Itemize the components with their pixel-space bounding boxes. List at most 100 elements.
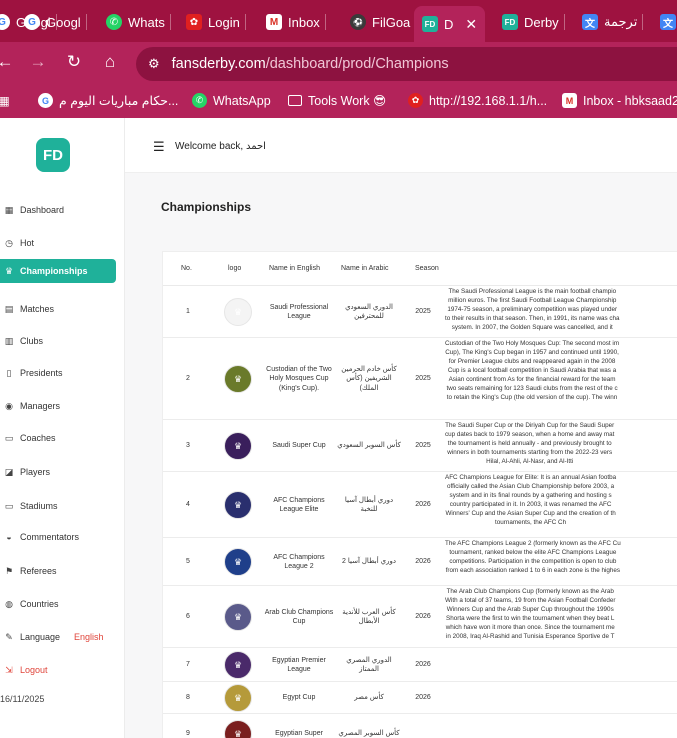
tab-fansderby-active[interactable]: FD D ✕ bbox=[414, 6, 486, 42]
sidebar-item-presidents[interactable]: ▯ Presidents bbox=[0, 361, 116, 385]
home-icon[interactable]: ⌂ bbox=[99, 52, 121, 72]
name-english: Egyptian Super bbox=[275, 730, 323, 738]
championship-logo-icon: ♛ bbox=[224, 603, 252, 631]
welcome-text: Welcome back, احمد bbox=[175, 141, 266, 152]
column-header-logo: logo bbox=[228, 265, 242, 272]
back-arrow-icon[interactable]: ← bbox=[0, 52, 16, 72]
sidebar-item-label: Hot bbox=[20, 238, 35, 248]
sidebar-item-label: Matches bbox=[20, 304, 55, 314]
championship-logo-icon: ♛ bbox=[224, 651, 252, 679]
row-number: 3 bbox=[186, 442, 190, 450]
championship-logo-cell: ♛ bbox=[218, 420, 258, 472]
season: 2026 bbox=[415, 613, 431, 621]
google-icon: G bbox=[0, 14, 10, 30]
tab-google[interactable]: GGoogl bbox=[24, 6, 87, 38]
sidebar-item-commentators[interactable]: ◒ Commentators bbox=[0, 525, 116, 549]
championship-logo-cell: ♛ bbox=[218, 538, 258, 586]
sidebar-item-label: Presidents bbox=[20, 368, 63, 378]
tab-login[interactable]: ✿ Login bbox=[186, 6, 246, 38]
forward-arrow-icon[interactable]: → bbox=[27, 52, 49, 72]
sidebar-item-referees[interactable]: ⚑ Referees bbox=[0, 559, 116, 583]
sidebar-item-dashboard[interactable]: ▦ Dashboard bbox=[0, 198, 116, 222]
bookmark-router[interactable]: ✿ http://192.168.1.1/h... bbox=[408, 93, 547, 108]
sidebar-item-countries[interactable]: ◍ Countries bbox=[0, 592, 116, 616]
tab-translate-2[interactable]: 文 bbox=[660, 6, 676, 38]
gmail-icon: M bbox=[266, 14, 282, 30]
bookmark-inbox[interactable]: M Inbox - hbksaad20 bbox=[562, 93, 677, 108]
table-row[interactable]: 2 ♛ Custodian of the Two Holy Mosques Cup … bbox=[163, 338, 677, 420]
translate-icon: 文 bbox=[582, 14, 598, 30]
sidebar-item-clubs[interactable]: ▥ Clubs bbox=[0, 329, 116, 353]
name-english: AFC Champions League Elite bbox=[273, 496, 325, 513]
address-bar[interactable]: ⚙ fansderby.com/dashboard/prod/Champions bbox=[136, 47, 677, 81]
season: 2026 bbox=[415, 694, 431, 702]
season: 2026 bbox=[415, 501, 431, 509]
row-number: 9 bbox=[186, 730, 190, 738]
sidebar-item-hot[interactable]: ◷ Hot bbox=[0, 231, 116, 255]
fansderby-logo[interactable]: FD bbox=[36, 138, 70, 172]
bookmark-google[interactable]: G حكام مباريات اليوم م... bbox=[38, 93, 178, 108]
season: 2025 bbox=[415, 442, 431, 450]
tab-translate[interactable]: 文 ترجمة bbox=[582, 6, 644, 38]
person-icon: ▯ bbox=[6, 368, 12, 378]
calendar-icon: ▤ bbox=[4, 304, 14, 314]
sidebar-item-coaches[interactable]: ▭ Coaches bbox=[0, 426, 116, 450]
huawei-icon: ✿ bbox=[408, 93, 423, 108]
whatsapp-icon: ✆ bbox=[106, 14, 122, 30]
championship-logo-cell: ♛ bbox=[218, 286, 258, 338]
sidebar-item-language[interactable]: ✎ Language English bbox=[0, 625, 116, 649]
reload-icon[interactable]: ↻ bbox=[63, 52, 85, 72]
name-arabic: الدوري السعودي للمحترفين bbox=[345, 303, 393, 320]
column-header-name-arabic: Name in Arabic bbox=[341, 265, 389, 272]
description: The Saudi Super Cup or the Diriyah Cup f… bbox=[445, 422, 615, 465]
sidebar-item-championships[interactable]: ♛ Championships bbox=[0, 259, 116, 283]
browser-tab-strip: GGoogl GGoogl ✆Whats ✿Login MInbox ⚽FilG… bbox=[0, 0, 677, 42]
table-row[interactable]: 8 ♛ Egypt Cup كأس مصر 2026 bbox=[163, 682, 677, 714]
shirt-icon: ◪ bbox=[4, 467, 14, 477]
tab-filgoal[interactable]: ⚽ FilGoa bbox=[350, 6, 410, 38]
table-row[interactable]: 7 ♛ Egyptian Premier League الدوري المصري ا… bbox=[163, 648, 677, 682]
table-row[interactable]: 4 ♛ AFC Champions League Elite دوري أبطال آ… bbox=[163, 472, 677, 538]
name-arabic: كأس السوبر السعودي bbox=[337, 442, 401, 450]
championship-logo-icon: ♛ bbox=[224, 720, 252, 738]
sidebar-item-matches[interactable]: ▤ Matches bbox=[0, 297, 116, 321]
gmail-icon: M bbox=[562, 93, 577, 108]
language-value[interactable]: English bbox=[74, 632, 104, 642]
bookmark-tools-work[interactable]: Tools Work 😎 bbox=[288, 93, 386, 108]
folder-icon bbox=[288, 95, 302, 106]
sidebar-item-label: Logout bbox=[20, 665, 48, 675]
google-icon: G bbox=[24, 14, 40, 30]
building-icon: ▥ bbox=[4, 336, 14, 346]
table-row[interactable]: 5 ♛ AFC Champions League 2 دوري أبطال آسيا … bbox=[163, 538, 677, 586]
table-row[interactable]: 1 ♛ Saudi Professional League الدوري السعود… bbox=[163, 286, 677, 338]
championship-logo-icon: ♛ bbox=[224, 684, 252, 712]
site-settings-icon[interactable]: ⚙ bbox=[148, 56, 160, 72]
globe-icon: ◍ bbox=[5, 599, 13, 609]
table-row[interactable]: 6 ♛ Arab Club Champions Cup كأس العرب للأند… bbox=[163, 586, 677, 648]
name-english: Egypt Cup bbox=[282, 694, 316, 702]
tab-inbox[interactable]: M Inbox bbox=[266, 6, 326, 38]
column-header-no: No. bbox=[181, 265, 192, 272]
bookmark-whatsapp[interactable]: ✆ WhatsApp bbox=[192, 93, 271, 108]
url-text[interactable]: fansderby.com/dashboard/prod/Champions bbox=[172, 56, 449, 72]
fd-icon: FD bbox=[422, 16, 438, 32]
row-number: 2 bbox=[186, 375, 190, 383]
hamburger-menu-icon[interactable]: ☰ bbox=[153, 139, 165, 155]
tab-derby[interactable]: FD Derby bbox=[502, 6, 565, 38]
season bbox=[407, 714, 439, 738]
apps-grid-icon[interactable]: ▦ bbox=[0, 93, 10, 108]
championship-logo-cell: ♛ bbox=[218, 338, 258, 420]
season: 2025 bbox=[415, 375, 431, 383]
table-row[interactable]: 9 ♛ Egyptian Super كأس السوبر المصري bbox=[163, 714, 677, 738]
bookmarks-bar: ▦ G حكام مباريات اليوم م... ✆ WhatsApp Too… bbox=[0, 86, 677, 118]
main-content: Championships No. logo Name in English N… bbox=[125, 173, 677, 738]
name-arabic: دوري أبطال آسيا 2 bbox=[342, 558, 397, 566]
sidebar-item-managers[interactable]: ◉ Managers bbox=[0, 394, 116, 418]
sidebar-item-logout[interactable]: ⇲ Logout bbox=[0, 658, 116, 682]
sidebar-item-label: Referees bbox=[20, 566, 57, 576]
sidebar-item-players[interactable]: ◪ Players bbox=[0, 460, 116, 484]
tab-whatsapp[interactable]: ✆ Whats bbox=[106, 6, 171, 38]
table-row[interactable]: 3 ♛ Saudi Super Cup كأس السوبر السعودي 2025 T… bbox=[163, 420, 677, 472]
sidebar-item-stadiums[interactable]: ▭ Stadiums bbox=[0, 494, 116, 518]
close-icon[interactable]: ✕ bbox=[465, 16, 477, 33]
